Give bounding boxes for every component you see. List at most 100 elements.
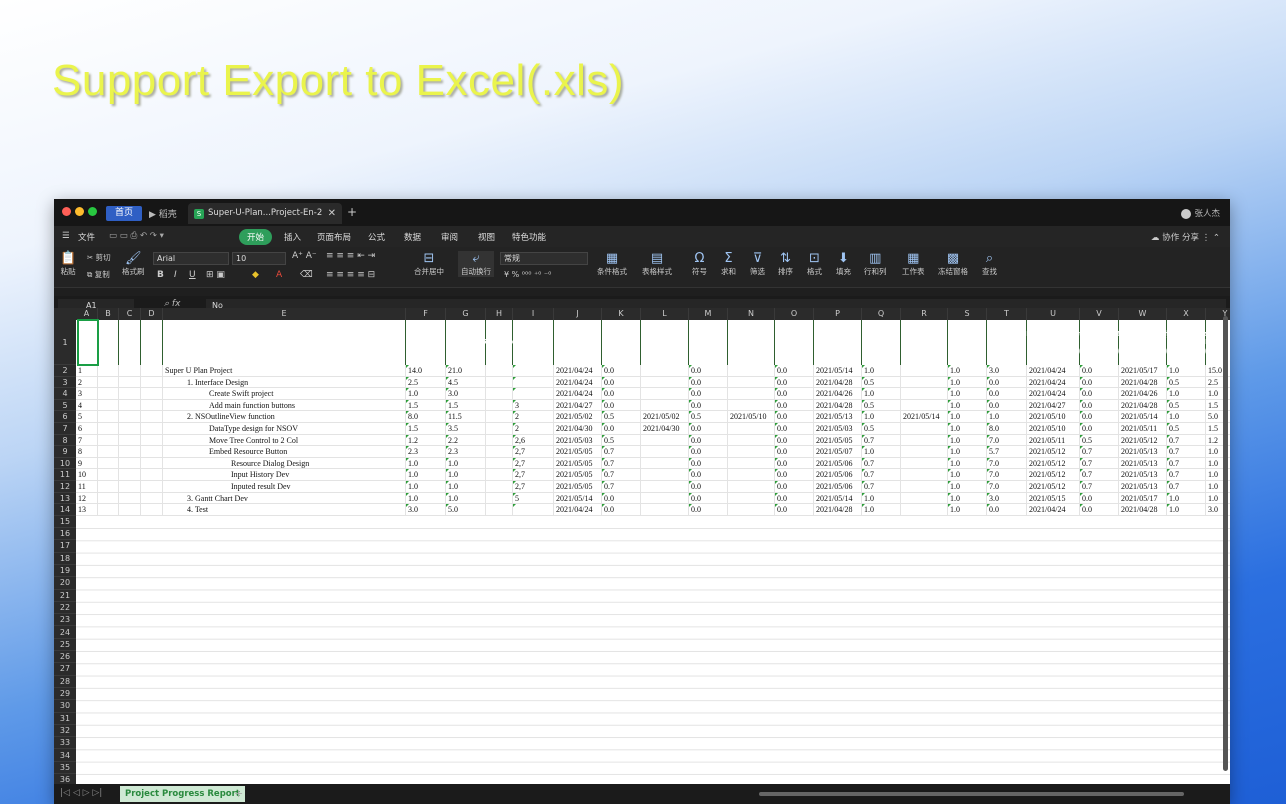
table-cell[interactable]	[141, 457, 163, 470]
header-cell[interactable]	[119, 320, 141, 365]
row-col-button[interactable]: ▥ 行和列	[864, 251, 887, 277]
table-cell[interactable]: 2021/04/27	[1027, 399, 1080, 412]
table-cell[interactable]: 3	[513, 399, 554, 412]
table-cell[interactable]: 2021/05/13	[1119, 481, 1167, 493]
row-header-17[interactable]: 17	[54, 540, 76, 553]
table-cell[interactable]	[901, 504, 948, 516]
table-cell[interactable]: 0.0	[689, 376, 728, 389]
table-cell[interactable]: 0.0	[602, 399, 641, 412]
font-size-select[interactable]: 10	[232, 252, 286, 265]
table-cell[interactable]: 1.0	[862, 388, 901, 400]
table-cell[interactable]: 0.7	[1167, 481, 1206, 493]
table-cell[interactable]: Embed Resource Button	[163, 446, 406, 458]
cond-format-button[interactable]: ▦ 条件格式	[597, 251, 627, 277]
row-header-31[interactable]: 31	[54, 713, 76, 725]
table-cell[interactable]: 2021/05/12	[1027, 446, 1080, 458]
table-cell[interactable]	[901, 492, 948, 505]
table-cell[interactable]: 0.0	[775, 399, 814, 412]
table-cell[interactable]: 0.7	[602, 481, 641, 493]
table-cell[interactable]: 1.0	[948, 376, 987, 389]
table-cell[interactable]: 3	[76, 388, 98, 400]
table-cell[interactable]: 2021/05/10	[1027, 411, 1080, 423]
table-cell[interactable]	[641, 446, 689, 458]
row-header-18[interactable]: 18	[54, 553, 76, 565]
table-cell[interactable]: 0.0	[987, 376, 1027, 389]
table-cell[interactable]: 1.0	[446, 469, 486, 481]
table-cell[interactable]	[141, 376, 163, 389]
table-cell[interactable]: 0.0	[775, 492, 814, 505]
table-cell[interactable]: 2021/04/28	[1119, 504, 1167, 516]
table-cell[interactable]: 2021/04/24	[554, 388, 602, 400]
table-cell[interactable]: 2021/04/27	[554, 399, 602, 412]
table-cell[interactable]	[901, 457, 948, 470]
table-cell[interactable]	[641, 481, 689, 493]
merge-button[interactable]: ⊟ 合并居中	[414, 251, 444, 277]
table-cell[interactable]	[119, 504, 141, 516]
align-icons[interactable]: ≡ ≡ ≡ ≡ ⊟	[326, 270, 375, 280]
table-cell[interactable]	[641, 399, 689, 412]
table-cell[interactable]: 7	[76, 434, 98, 447]
table-cell[interactable]: 0.5	[1167, 399, 1206, 412]
table-cell[interactable]: 1.0	[446, 481, 486, 493]
table-cell[interactable]: 0.0	[689, 434, 728, 447]
table-cell[interactable]	[141, 423, 163, 435]
column-header-P[interactable]: P	[814, 308, 862, 320]
table-cell[interactable]	[486, 411, 513, 423]
close-tab-icon[interactable]: ✕	[328, 203, 336, 224]
table-cell[interactable]: 0.0	[775, 446, 814, 458]
header-cell[interactable]: Resource	[482, 320, 516, 365]
table-cell[interactable]	[641, 376, 689, 389]
table-cell[interactable]	[486, 492, 513, 505]
table-cell[interactable]	[119, 399, 141, 412]
column-header-J[interactable]: J	[554, 308, 602, 320]
table-cell[interactable]: 0.7	[862, 434, 901, 447]
header-cell[interactable]: Actual Start Time	[775, 320, 814, 365]
table-cell[interactable]: 0.0	[775, 376, 814, 389]
table-cell[interactable]: 1.5	[406, 423, 446, 435]
header-cell[interactable]	[98, 320, 119, 365]
row-header-32[interactable]: 32	[54, 725, 76, 738]
row-header-15[interactable]: 15	[54, 516, 76, 529]
table-cell[interactable]: 0.0	[775, 504, 814, 516]
table-cell[interactable]: 1.0	[1167, 388, 1206, 400]
menu-special[interactable]: 特色功能	[512, 231, 546, 243]
table-cell[interactable]: 2021/05/13	[1119, 446, 1167, 458]
header-cell[interactable]: Can Start Date (Auto Calc)	[554, 320, 602, 365]
table-cell[interactable]: 0.0	[602, 365, 641, 377]
table-cell[interactable]: 0.7	[862, 469, 901, 481]
eraser-icon[interactable]: ⌫	[300, 270, 313, 280]
table-cell[interactable]: 2021/05/06	[814, 457, 862, 470]
cut-button[interactable]: ✂ 剪切	[87, 252, 111, 263]
table-cell[interactable]: 2021/05/05	[554, 446, 602, 458]
table-cell[interactable]	[141, 434, 163, 447]
header-cell[interactable]: Actual End Date	[901, 320, 948, 365]
column-header-X[interactable]: X	[1167, 308, 1206, 320]
column-header-V[interactable]: V	[1080, 308, 1119, 320]
table-cell[interactable]: 2.2	[446, 434, 486, 447]
table-cell[interactable]	[119, 492, 141, 505]
row-header-9[interactable]: 9	[54, 446, 76, 458]
table-cell[interactable]	[728, 492, 775, 505]
table-cell[interactable]: 0.0	[602, 423, 641, 435]
row-header-11[interactable]: 11	[54, 469, 76, 481]
table-cell[interactable]	[901, 399, 948, 412]
column-header-F[interactable]: F	[406, 308, 446, 320]
table-cell[interactable]: 2021/05/14	[814, 492, 862, 505]
row-header-21[interactable]: 21	[54, 590, 76, 602]
horizontal-scrollbar[interactable]	[759, 792, 1184, 796]
table-cell[interactable]	[901, 469, 948, 481]
table-cell[interactable]: 0.0	[689, 481, 728, 493]
table-cell[interactable]: 2021/05/13	[814, 411, 862, 423]
table-cell[interactable]	[486, 423, 513, 435]
row-header-5[interactable]: 5	[54, 400, 76, 412]
table-cell[interactable]: 0.0	[775, 469, 814, 481]
row-header-7[interactable]: 7	[54, 423, 76, 435]
table-cell[interactable]: 0.0	[689, 492, 728, 505]
header-cell[interactable]: Predict(Actual) Start Time (Auto Calc)	[1072, 320, 1126, 365]
share-button[interactable]: 分享	[1182, 233, 1199, 243]
table-cell[interactable]: 5	[513, 492, 554, 505]
table-cell[interactable]	[513, 388, 554, 400]
table-cell[interactable]: 2021/05/07	[814, 446, 862, 458]
table-cell[interactable]: 1.0	[862, 446, 901, 458]
menu-icon[interactable]: ☰	[62, 231, 70, 241]
